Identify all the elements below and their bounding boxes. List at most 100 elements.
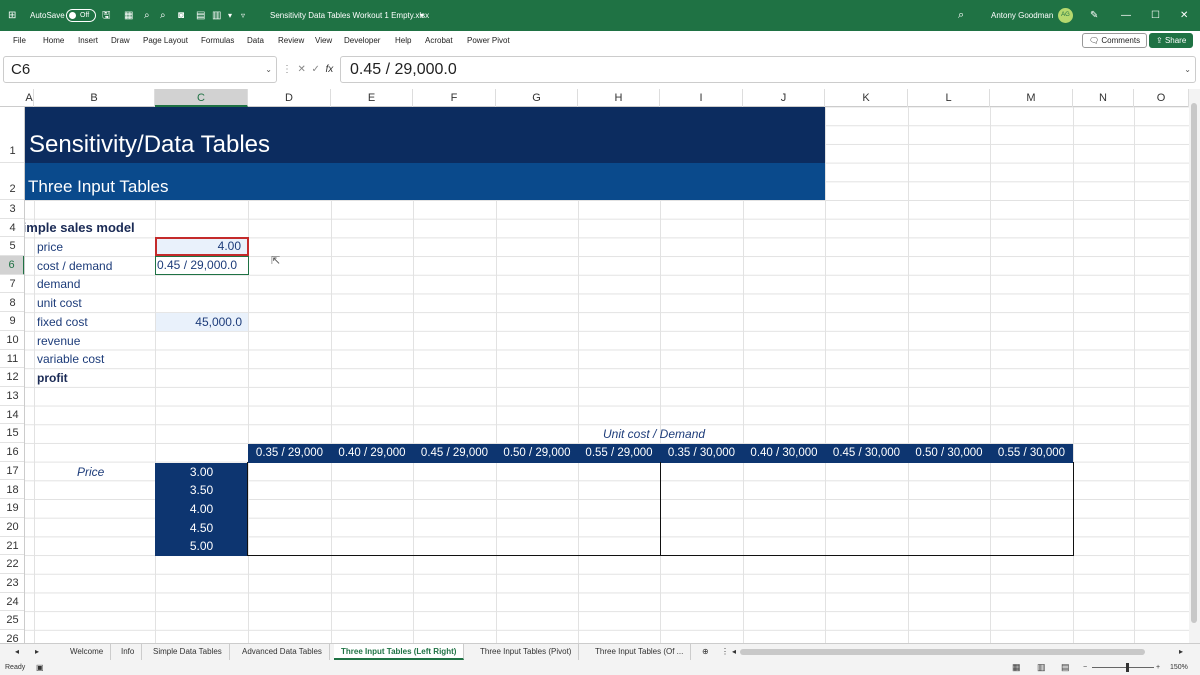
row-21[interactable]: 21: [0, 537, 24, 556]
tab-three-input-pivot[interactable]: Three Input Tables (Pivot): [473, 644, 580, 660]
row-1[interactable]: 1: [0, 107, 24, 163]
price-value-3[interactable]: 4.00: [155, 499, 248, 519]
row-10[interactable]: 10: [0, 331, 24, 350]
col-i[interactable]: I: [660, 89, 743, 107]
autosave-toggle[interactable]: Off: [66, 9, 96, 22]
col-h[interactable]: H: [578, 89, 660, 107]
search-icon-2[interactable]: ⌕: [160, 0, 166, 31]
menu-developer[interactable]: Developer: [344, 31, 380, 50]
row-13[interactable]: 13: [0, 387, 24, 406]
col-m[interactable]: M: [990, 89, 1073, 107]
horizontal-scroll-thumb[interactable]: [740, 649, 1145, 655]
price-value-2[interactable]: 3.50: [155, 481, 248, 500]
menu-file[interactable]: File: [13, 31, 26, 50]
row-11[interactable]: 11: [0, 350, 24, 369]
tab-advanced-data-tables[interactable]: Advanced Data Tables: [235, 644, 330, 660]
cell-c5-price[interactable]: 4.00: [155, 237, 249, 257]
row-18[interactable]: 18: [0, 481, 24, 500]
table-icon[interactable]: ▥: [212, 0, 221, 31]
col-e[interactable]: E: [331, 89, 413, 107]
row-23[interactable]: 23: [0, 574, 24, 593]
table-header-1[interactable]: 0.35 / 29,000: [248, 443, 331, 463]
vertical-scrollbar[interactable]: [1189, 89, 1200, 643]
row-26[interactable]: 26: [0, 630, 24, 643]
form-icon[interactable]: ▤: [196, 0, 205, 31]
row-20[interactable]: 20: [0, 518, 24, 537]
menu-insert[interactable]: Insert: [78, 31, 98, 50]
row-16[interactable]: 16: [0, 443, 24, 462]
name-box[interactable]: C6 ⌄: [3, 56, 277, 83]
menu-review[interactable]: Review: [278, 31, 304, 50]
col-g[interactable]: G: [496, 89, 578, 107]
share-button[interactable]: ⇪ Share: [1149, 33, 1194, 48]
row-15[interactable]: 15: [0, 424, 24, 444]
menu-data[interactable]: Data: [247, 31, 264, 50]
col-o[interactable]: O: [1134, 89, 1189, 107]
page-break-view-icon[interactable]: ▤: [1061, 660, 1070, 675]
col-c[interactable]: C: [155, 89, 248, 107]
avatar[interactable]: AG: [1058, 8, 1073, 23]
chevron-down-icon[interactable]: ⌄: [265, 57, 272, 82]
row-25[interactable]: 25: [0, 611, 24, 631]
col-d[interactable]: D: [248, 89, 331, 107]
price-value-5[interactable]: 5.00: [155, 537, 248, 556]
table-header-10[interactable]: 0.55 / 30,000: [990, 443, 1073, 463]
menu-acrobat[interactable]: Acrobat: [425, 31, 453, 50]
enter-icon[interactable]: ✓: [309, 64, 320, 75]
page-layout-view-icon[interactable]: ▥: [1037, 660, 1046, 675]
tab-three-input-of[interactable]: Three Input Tables (Of ...: [588, 644, 692, 660]
col-b[interactable]: B: [34, 89, 155, 107]
tab-three-input-left-right[interactable]: Three Input Tables (Left Right): [334, 644, 465, 660]
minimize-icon[interactable]: —: [1121, 0, 1131, 31]
accessibility-icon[interactable]: ▣: [36, 660, 44, 675]
col-l[interactable]: L: [908, 89, 990, 107]
table-header-7[interactable]: 0.40 / 30,000: [743, 443, 825, 463]
zoom-level[interactable]: 150%: [1170, 660, 1188, 675]
tab-welcome[interactable]: Welcome: [63, 644, 112, 660]
customize-icon[interactable]: ▿: [241, 0, 245, 31]
tab-next-icon[interactable]: ▸: [28, 644, 46, 660]
col-a[interactable]: A: [25, 89, 34, 107]
vertical-scroll-thumb[interactable]: [1191, 103, 1197, 623]
table-header-6[interactable]: 0.35 / 30,000: [660, 443, 743, 463]
row-2[interactable]: 2: [0, 163, 24, 200]
search-icon-top[interactable]: ⌕: [958, 0, 964, 31]
row-3[interactable]: 3: [0, 200, 24, 219]
row-12[interactable]: 12: [0, 368, 24, 387]
chevron-down-icon[interactable]: ▾: [228, 0, 232, 31]
cell-c9-fixed-cost[interactable]: 45,000.0: [156, 313, 248, 331]
add-sheet-icon[interactable]: ⊕: [695, 644, 716, 660]
zoom-in-icon[interactable]: +: [1156, 660, 1160, 675]
table-header-9[interactable]: 0.50 / 30,000: [908, 443, 990, 463]
menu-view[interactable]: View: [315, 31, 332, 50]
row-17[interactable]: 17: [0, 462, 24, 481]
row-24[interactable]: 24: [0, 593, 24, 612]
zoom-slider[interactable]: [1092, 667, 1154, 668]
table-header-4[interactable]: 0.50 / 29,000: [496, 443, 578, 463]
close-icon[interactable]: ✕: [1180, 0, 1188, 31]
maximize-icon[interactable]: ☐: [1151, 0, 1160, 31]
grid-icon[interactable]: ▦: [124, 0, 133, 31]
tab-info[interactable]: Info: [114, 644, 143, 660]
row-4[interactable]: 4: [0, 219, 24, 238]
row-8[interactable]: 8: [0, 294, 24, 313]
row-5[interactable]: 5: [0, 237, 24, 257]
table-header-5[interactable]: 0.55 / 29,000: [578, 443, 660, 463]
col-f[interactable]: F: [413, 89, 496, 107]
file-name[interactable]: Sensitivity Data Tables Workout 1 Empty.…: [270, 0, 429, 31]
cell-c6-cost-demand[interactable]: 0.45 / 29,000.0: [155, 256, 249, 276]
pen-icon[interactable]: ✎: [1090, 0, 1098, 31]
filename-chevron-icon[interactable]: ▾: [420, 0, 424, 31]
price-value-1[interactable]: 3.00: [155, 462, 248, 482]
price-value-4[interactable]: 4.50: [155, 518, 248, 538]
tab-simple-data-tables[interactable]: Simple Data Tables: [146, 644, 230, 660]
row-22[interactable]: 22: [0, 555, 24, 574]
function-icon[interactable]: fx: [323, 64, 333, 75]
menu-power-pivot[interactable]: Power Pivot: [467, 31, 510, 50]
table-header-3[interactable]: 0.45 / 29,000: [413, 443, 496, 463]
zoom-out-icon[interactable]: −: [1083, 660, 1087, 675]
cancel-icon[interactable]: ✕: [295, 64, 306, 75]
row-9[interactable]: 9: [0, 312, 24, 331]
zoom-slider-thumb[interactable]: [1126, 663, 1129, 672]
comments-button[interactable]: 🗨 Comments: [1082, 33, 1148, 48]
